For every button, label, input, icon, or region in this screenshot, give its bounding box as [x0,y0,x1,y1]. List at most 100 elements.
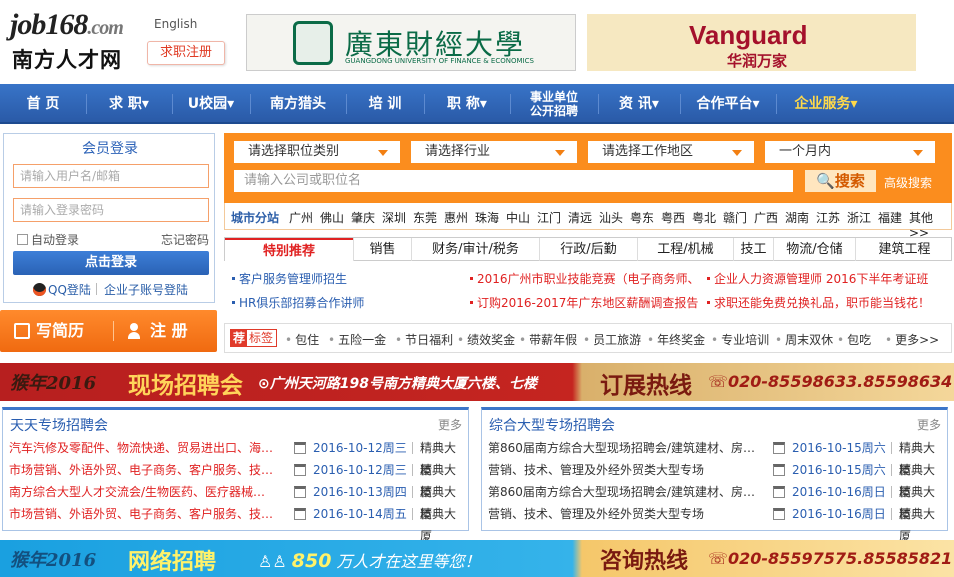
city-link[interactable]: 东莞 [413,209,437,226]
tab-0[interactable]: 特别推荐 [225,238,353,261]
search-button[interactable]: 🔍搜索 [805,170,876,192]
city-link[interactable]: 清远 [568,209,592,226]
advanced-search-link[interactable]: 高级搜索 [884,174,932,191]
tab-3[interactable]: 行政/后勤 [539,238,637,261]
register-user-button[interactable]: 注 册 [128,310,188,352]
recommend-item[interactable]: HR俱乐部招募合作讲师 [232,294,364,311]
job-category-select[interactable]: 请选择职位类别 [234,141,400,163]
city-link[interactable]: 肇庆 [351,209,375,226]
city-link[interactable]: 汕头 [599,209,623,226]
tag-link[interactable]: 周末双休 [775,331,833,348]
city-link[interactable]: 惠州 [444,209,468,226]
online-recruit-banner[interactable]: 猴年2016 网络招聘 ♙♙ 850 万人才在这里等您！ 咨询热线 ☏020-8… [0,540,954,577]
city-link[interactable]: 其他>> [909,209,951,240]
city-link[interactable]: 福建 [878,209,902,226]
logo[interactable]: job168.com [10,8,124,42]
nav-item-5[interactable]: 职 称▾ [424,84,510,124]
city-link[interactable]: 湖南 [785,209,809,226]
register-button[interactable]: 求职注册 [147,41,225,65]
recommend-item[interactable]: 企业人力资源管理师 2016下半年考证班 [707,270,928,287]
password-input[interactable]: 请输入登录密码 [13,198,209,222]
fair-title[interactable]: 营销、技术、管理及外经外贸类大型专场 [488,459,756,481]
city-link[interactable]: 江苏 [816,209,840,226]
city-link[interactable]: 佛山 [320,209,344,226]
city-link[interactable]: 浙江 [847,209,871,226]
fair-title[interactable]: 第860届南方综合大型现场招聘会/建筑建材、房… [488,437,756,459]
nav-item-4[interactable]: 培 训 [346,84,424,124]
fair-row[interactable]: 南方综合大型人才交流会/生物医药、医疗器械… 2016-10-13周四 精典大厦 [9,481,462,521]
auto-login-checkbox[interactable]: 自动登录 [17,231,79,248]
fair-row[interactable]: 市场营销、外语外贸、电子商务、客户服务、技… 2016-10-14周五 精典大厦 [9,503,462,543]
city-link[interactable]: 广西 [754,209,778,226]
tag-link[interactable]: 带薪年假 [519,331,577,348]
city-link[interactable]: 珠海 [475,209,499,226]
fair-row[interactable]: 市场营销、外语外贸、电子商务、客户服务、技… 2016-10-12周三 精典大厦 [9,459,462,499]
english-link[interactable]: English [154,17,197,31]
city-link[interactable]: 中山 [506,209,530,226]
fair-row[interactable]: 汽车汽修及零配件、物流快递、贸易进出口、海… 2016-10-12周三 精典大厦 [9,437,462,477]
username-input[interactable]: 请输入用户名/邮箱 [13,164,209,188]
city-link[interactable]: 粤西 [661,209,685,226]
nav-item-1[interactable]: 求 职▾ [86,84,172,124]
tab-5[interactable]: 技工 [733,238,773,261]
recommend-item[interactable]: 2016广州市职业技能竞赛（电子商务师、 [470,270,700,287]
tag-link[interactable]: 更多>> [885,331,939,348]
tab-2[interactable]: 财务/审计/税务 [411,238,539,261]
checkbox-icon[interactable] [17,234,28,245]
nav-item-0[interactable]: 首 页 [0,84,86,124]
region-select[interactable]: 请选择工作地区 [588,141,754,163]
tab-1[interactable]: 销售 [353,238,411,261]
tag-link[interactable]: 员工旅游 [583,331,641,348]
fair-title[interactable]: 汽车汽修及零配件、物流快递、贸易进出口、海… [9,437,277,459]
onsite-fair-banner[interactable]: 猴年2016 现场招聘会 ⊙广州天河路198号南方精典大厦六楼、七楼 订展热线 … [0,363,954,401]
daily-fair-title[interactable]: 天天专场招聘会 [10,415,108,435]
nav-item-7[interactable]: 资 讯▾ [598,84,680,124]
login-button[interactable]: 点击登录 [13,251,209,275]
city-link[interactable]: 江门 [537,209,561,226]
sub-account-login-link[interactable]: 企业子账号登陆 [95,281,188,298]
nav-item-9[interactable]: 企业服务▾ [776,84,876,124]
fair-row[interactable]: 第860届南方综合大型现场招聘会/建筑建材、房… 2016-10-16周日 精典大厦 [488,481,941,521]
city-link[interactable]: 粤东 [630,209,654,226]
city-link[interactable]: 赣门 [723,209,747,226]
city-link[interactable]: 广州 [289,209,313,226]
nav-item-8[interactable]: 合作平台▾ [680,84,776,124]
university-ad-banner[interactable]: 廣東財經大學 GUANGDONG UNIVERSITY OF FINANCE &… [246,14,576,71]
tag-link[interactable]: 五险一金 [328,331,386,348]
date-range-select[interactable]: 一个月内 [765,141,935,163]
fair-title[interactable]: 市场营销、外语外贸、电子商务、客户服务、技… [9,459,277,481]
keyword-input[interactable]: 请输入公司或职位名 [234,170,793,192]
write-resume-button[interactable]: 写简历 [14,310,84,352]
vanguard-ad-banner[interactable]: Vanguard 华润万家 [587,14,916,71]
city-link[interactable]: 深圳 [382,209,406,226]
fair-title[interactable]: 营销、技术、管理及外经外贸类大型专场 [488,503,756,525]
tag-link[interactable]: 年终奖金 [647,331,705,348]
fair-title[interactable]: 第860届南方综合大型现场招聘会/建筑建材、房… [488,481,756,503]
recommend-item[interactable]: 订购2016-2017年广东地区薪酬调查报告 [470,294,698,311]
qq-login-link[interactable]: QQ登陆 [33,281,91,298]
large-fair-title[interactable]: 综合大型专场招聘会 [489,415,615,435]
nav-item-3[interactable]: 南方猎头 [250,84,346,124]
tag-link[interactable]: 包住 [285,331,319,348]
fair-row[interactable]: 营销、技术、管理及外经外贸类大型专场 2016-10-15周六 精典大厦 [488,459,941,499]
large-fair-more-link[interactable]: 更多 [917,416,941,433]
recommend-item[interactable]: 求职还能免费兑换礼品，职币能当钱花！ [707,294,930,311]
tag-link[interactable]: 专业培训 [711,331,769,348]
fair-title[interactable]: 市场营销、外语外贸、电子商务、客户服务、技… [9,503,277,525]
tab-4[interactable]: 工程/机械 [637,238,733,261]
nav-item-6[interactable]: 事业单位 公开招聘 [510,84,598,124]
tag-link[interactable]: 包吃 [837,331,871,348]
fair-title[interactable]: 南方综合大型人才交流会/生物医药、医疗器械… [9,481,277,503]
forgot-password-link[interactable]: 忘记密码 [161,231,209,248]
industry-select[interactable]: 请选择行业 [411,141,577,163]
tab-6[interactable]: 物流/仓储 [773,238,855,261]
daily-fair-more-link[interactable]: 更多 [438,416,462,433]
tag-link[interactable]: 绩效奖金 [457,331,515,348]
nav-item-2[interactable]: U校园▾ [172,84,250,124]
city-link[interactable]: 粤北 [692,209,716,226]
tag-link[interactable]: 节日福利 [395,331,453,348]
fair-row[interactable]: 营销、技术、管理及外经外贸类大型专场 2016-10-16周日 精典大厦 [488,503,941,543]
recommend-item[interactable]: 客户服务管理师招生 [232,270,347,287]
fair-row[interactable]: 第860届南方综合大型现场招聘会/建筑建材、房… 2016-10-15周六 精典大厦 [488,437,941,477]
tab-7[interactable]: 建筑工程 [855,238,953,261]
